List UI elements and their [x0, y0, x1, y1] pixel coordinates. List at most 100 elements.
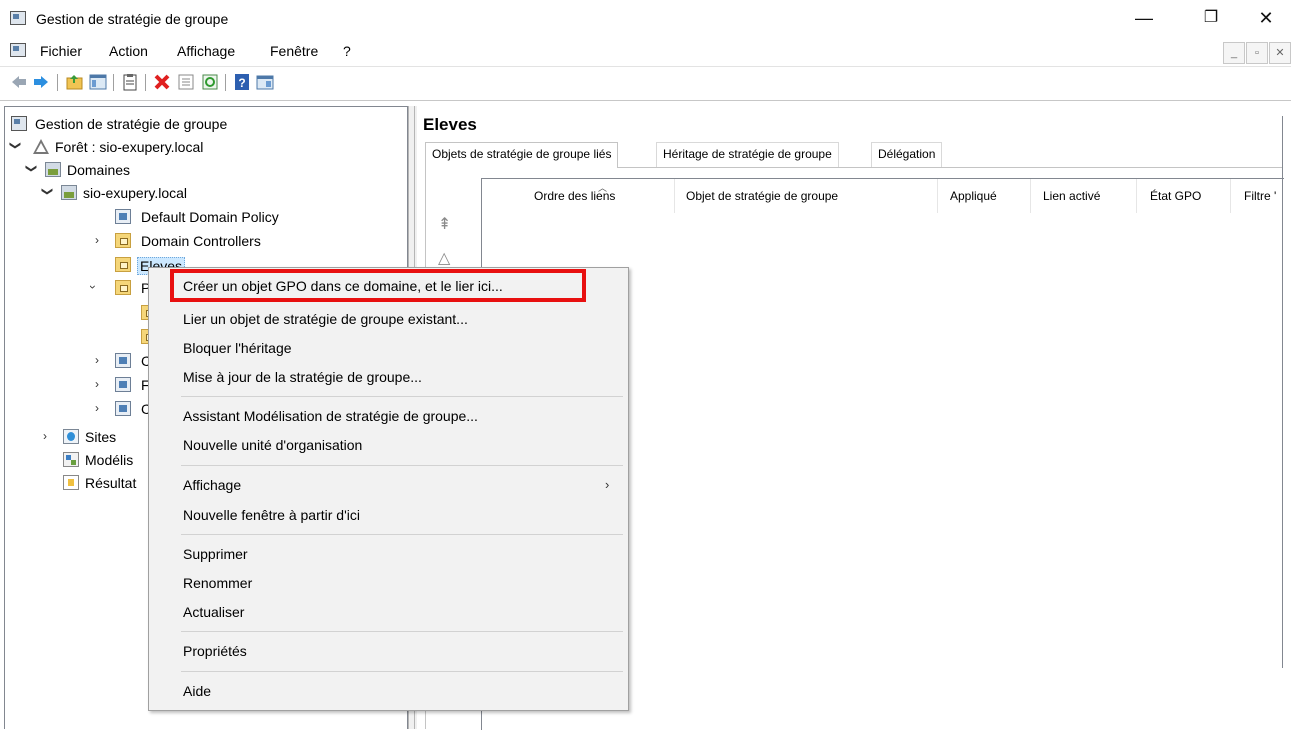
- tree-label-domains: Domaines: [67, 162, 131, 178]
- modeling-icon: [63, 452, 79, 467]
- menu-item-gp-update[interactable]: Mise à jour de la stratégie de groupe...: [183, 369, 422, 385]
- tree-label-default-policy: Default Domain Policy: [141, 209, 279, 225]
- chevron-right-icon[interactable]: ›: [95, 233, 99, 247]
- delete-icon[interactable]: [153, 73, 171, 91]
- title-bar: Gestion de stratégie de groupe — ❐ ✕: [0, 0, 1291, 38]
- toolbar: ?: [0, 66, 1291, 96]
- wmi-filter-icon: [115, 377, 131, 392]
- show-tree-icon[interactable]: [89, 73, 107, 91]
- starter-gpo-icon: [115, 401, 131, 416]
- details-title: Eleves: [423, 115, 477, 134]
- menu-item-modeling-wizard[interactable]: Assistant Modélisation de stratégie de g…: [183, 408, 478, 424]
- menu-item-delete[interactable]: Supprimer: [183, 546, 248, 562]
- menu-item-rename[interactable]: Renommer: [183, 575, 252, 591]
- menu-item-link-existing-gpo[interactable]: Lier un objet de stratégie de groupe exi…: [183, 311, 468, 327]
- tree-label-forest: Forêt : sio-exupery.local: [55, 139, 204, 155]
- gpo-container-icon: [115, 353, 131, 368]
- menu-item-view[interactable]: Affichage: [183, 477, 241, 493]
- gpo-link-icon: [115, 209, 131, 224]
- chevron-down-icon[interactable]: ❯: [25, 164, 38, 173]
- toolbar-separator: [57, 74, 58, 91]
- column-filtre[interactable]: Filtre ': [1244, 189, 1276, 203]
- copy-icon[interactable]: [121, 73, 139, 91]
- mdi-minimize-button[interactable]: _: [1223, 42, 1245, 64]
- tree-label-resultats: Résultat: [85, 475, 137, 491]
- gpmc-icon: [11, 116, 27, 131]
- chevron-right-icon[interactable]: ›: [43, 429, 47, 443]
- mdi-restore-button[interactable]: ▫: [1246, 42, 1268, 64]
- list-right-edge: [1282, 116, 1283, 668]
- menu-item-new-window[interactable]: Nouvelle fenêtre à partir d'ici: [183, 507, 360, 523]
- menu-item-refresh[interactable]: Actualiser: [183, 604, 244, 620]
- menu-affichage[interactable]: Affichage: [177, 43, 235, 59]
- column-lien-active[interactable]: Lien activé: [1043, 189, 1100, 203]
- chevron-right-icon[interactable]: ›: [95, 353, 99, 367]
- move-top-icon[interactable]: ⇞: [438, 214, 451, 234]
- help-icon[interactable]: ?: [233, 73, 251, 91]
- tab-inheritance[interactable]: Héritage de stratégie de groupe: [656, 142, 839, 167]
- tree-label-modelisation: Modélis: [85, 452, 134, 468]
- up-folder-icon[interactable]: [66, 73, 84, 91]
- ou-folder-icon: [115, 257, 131, 272]
- chevron-right-icon[interactable]: ›: [95, 401, 99, 415]
- menu-help[interactable]: ?: [343, 43, 351, 59]
- column-separator[interactable]: [1030, 179, 1031, 213]
- tab-linked-gpos[interactable]: Objets de stratégie de groupe liés: [425, 142, 619, 168]
- tree-label-sites: Sites: [85, 429, 117, 445]
- column-separator[interactable]: [937, 179, 938, 213]
- gpmc-app-icon: [10, 11, 26, 25]
- column-gpo[interactable]: Objet de stratégie de groupe: [686, 189, 838, 203]
- sites-icon: [63, 429, 79, 444]
- menu-separator: [181, 671, 623, 672]
- tab-delegation[interactable]: Délégation: [871, 142, 943, 167]
- menu-item-help[interactable]: Aide: [183, 683, 211, 699]
- move-up-icon[interactable]: △: [438, 248, 450, 268]
- context-menu: Créer un objet GPO dans ce domaine, et l…: [148, 267, 629, 711]
- chevron-down-icon[interactable]: ❯: [41, 187, 54, 196]
- column-separator[interactable]: [1136, 179, 1137, 213]
- tree-label-domain-controllers: Domain Controllers: [141, 233, 261, 249]
- menu-separator: [181, 396, 623, 397]
- menu-separator: [181, 534, 623, 535]
- toolbar-separator: [113, 74, 114, 91]
- annotation-highlight-box: [170, 269, 586, 302]
- menu-bar: Fichier Action Affichage Fenêtre ?: [0, 38, 1291, 64]
- toolbar-separator: [225, 74, 226, 91]
- svg-text:?: ?: [238, 76, 245, 90]
- sort-ascending-icon: ︿: [598, 183, 608, 193]
- forest-icon: [33, 139, 49, 154]
- column-etat-gpo[interactable]: État GPO: [1150, 189, 1201, 203]
- back-icon[interactable]: [10, 73, 28, 91]
- forward-icon[interactable]: [32, 73, 50, 91]
- console-icon[interactable]: [256, 73, 274, 91]
- toolbar-divider: [0, 100, 1291, 101]
- menu-separator: [181, 465, 623, 466]
- column-applique[interactable]: Appliqué: [950, 189, 997, 203]
- close-button[interactable]: ✕: [1243, 2, 1289, 34]
- menu-fichier[interactable]: Fichier: [40, 43, 82, 59]
- column-separator[interactable]: [1230, 179, 1231, 213]
- chevron-down-icon[interactable]: ›: [86, 285, 100, 289]
- properties-icon[interactable]: [177, 73, 195, 91]
- window-title: Gestion de stratégie de groupe: [36, 11, 229, 27]
- menu-fenetre[interactable]: Fenêtre: [270, 43, 318, 59]
- menu-item-block-inheritance[interactable]: Bloquer l'héritage: [183, 340, 292, 356]
- column-separator[interactable]: [674, 179, 675, 213]
- submenu-arrow-icon: ›: [605, 477, 610, 492]
- ou-folder-icon: [115, 280, 131, 295]
- domain-icon: [61, 185, 77, 200]
- column-link-order[interactable]: ︿ Ordre des liens: [534, 183, 615, 203]
- results-icon: [63, 475, 79, 490]
- chevron-down-icon[interactable]: ❯: [9, 141, 22, 150]
- mdi-window-controls: _ ▫ ✕: [1222, 42, 1291, 64]
- refresh-icon[interactable]: [201, 73, 219, 91]
- minimize-button[interactable]: —: [1121, 2, 1167, 34]
- restore-button[interactable]: ❐: [1188, 2, 1234, 34]
- tree-label-domain: sio-exupery.local: [83, 185, 188, 201]
- menu-item-new-ou[interactable]: Nouvelle unité d'organisation: [183, 437, 362, 453]
- mdi-app-icon[interactable]: [10, 43, 26, 57]
- chevron-right-icon[interactable]: ›: [95, 377, 99, 391]
- menu-item-properties[interactable]: Propriétés: [183, 643, 247, 659]
- menu-action[interactable]: Action: [109, 43, 148, 59]
- mdi-close-button[interactable]: ✕: [1269, 42, 1291, 64]
